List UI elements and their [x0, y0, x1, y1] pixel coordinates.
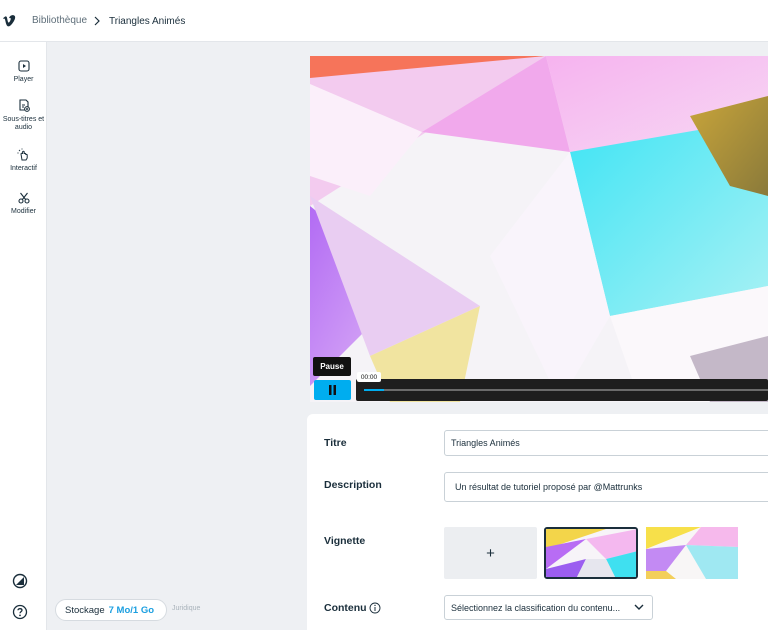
sidebar-item-captions[interactable]: Sous-titres et audio: [0, 99, 47, 132]
storage-label: Stockage: [65, 604, 105, 616]
content-rating-select[interactable]: Sélectionnez la classification du conten…: [444, 595, 653, 620]
thumbnail-label: Vignette: [324, 535, 366, 547]
video-thumbnail-image: [310, 56, 768, 402]
pointer-click-icon: [17, 148, 28, 161]
help-icon[interactable]: [12, 604, 28, 620]
chevron-right-icon: [94, 16, 100, 26]
seek-bar[interactable]: [356, 379, 768, 401]
sidebar-item-player[interactable]: Player: [0, 60, 47, 84]
breadcrumb-current: Triangles Animés: [109, 16, 186, 27]
content-rating-placeholder: Sélectionnez la classification du conten…: [451, 602, 621, 613]
thumbnail-option-selected[interactable]: [544, 527, 638, 579]
vimeo-logo-icon[interactable]: [2, 13, 18, 29]
content-label: Contenu: [324, 602, 367, 614]
theme-icon[interactable]: [12, 573, 28, 589]
legal-link[interactable]: Juridique: [172, 605, 200, 612]
description-label: Description: [324, 479, 382, 491]
pause-icon: [329, 385, 336, 395]
scissors-icon: [17, 192, 30, 204]
thumbnail-option[interactable]: [646, 527, 738, 579]
title-input[interactable]: Triangles Animés: [444, 430, 768, 456]
sidebar-item-label: Interactif: [10, 165, 37, 172]
breadcrumb-library-link[interactable]: Bibliothèque: [32, 15, 87, 26]
sidebar: Player Sous-titres et audio Interactif M…: [0, 42, 47, 630]
sidebar-item-edit[interactable]: Modifier: [0, 192, 47, 216]
title-input-value: Triangles Animés: [451, 438, 520, 448]
thumbnail-image: [646, 527, 738, 579]
seek-progress: [364, 389, 385, 391]
plus-icon: +: [486, 544, 495, 562]
seek-track: [364, 389, 768, 391]
play-square-icon: [17, 60, 30, 72]
top-bar: Bibliothèque Triangles Animés: [0, 0, 768, 42]
sidebar-item-label: Sous-titres et audio: [2, 116, 45, 131]
sidebar-item-label: Player: [13, 76, 34, 83]
description-value: Un résultat de tutoriel proposé par @Mat…: [455, 482, 643, 492]
sidebar-item-interactive[interactable]: Interactif: [0, 148, 47, 173]
add-thumbnail-button[interactable]: +: [444, 527, 537, 579]
storage-value: 7 Mo/1 Go: [108, 604, 155, 616]
thumbnail-image: [546, 529, 636, 577]
title-label: Titre: [324, 437, 347, 449]
info-icon[interactable]: [369, 602, 381, 614]
chevron-down-icon: [634, 604, 644, 610]
time-tooltip: 00:00: [357, 372, 381, 382]
storage-indicator[interactable]: Stockage 7 Mo/1 Go: [55, 599, 167, 621]
video-frame[interactable]: [310, 56, 768, 402]
sidebar-item-label: Modifier: [11, 208, 36, 215]
pause-tooltip: Pause: [313, 357, 351, 376]
pause-button[interactable]: [314, 380, 351, 400]
description-textarea[interactable]: Un résultat de tutoriel proposé par @Mat…: [444, 472, 768, 502]
captions-icon: [18, 99, 30, 112]
